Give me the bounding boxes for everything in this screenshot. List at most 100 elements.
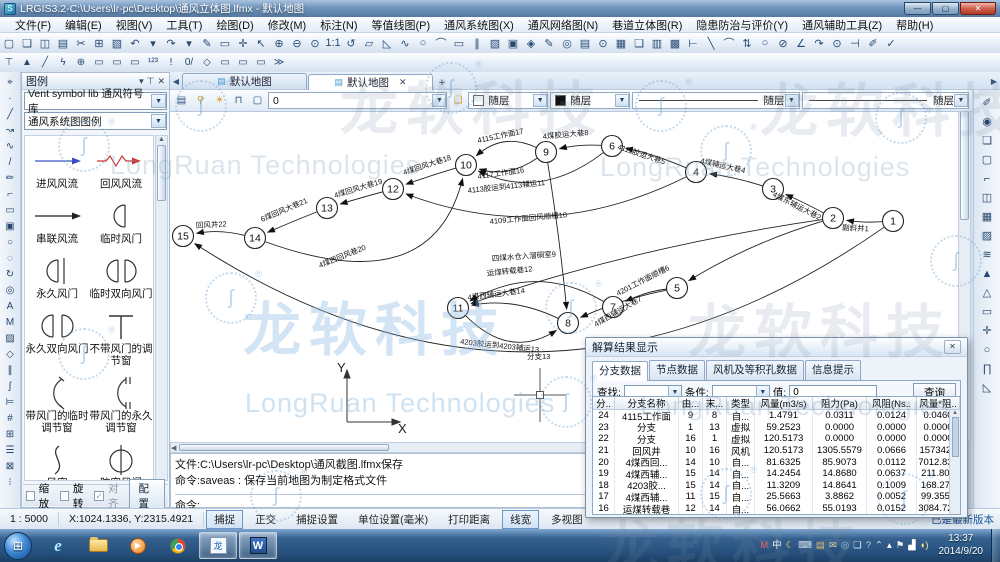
undo-icon[interactable]: ↶ (126, 35, 144, 52)
start-button[interactable]: ⊞ (4, 532, 32, 560)
text-icon[interactable]: A (2, 298, 19, 314)
menu-item[interactable]: 绘图(D) (209, 17, 260, 33)
dialog-tab[interactable]: 分支数据 (592, 361, 648, 381)
ring-icon[interactable]: ◎ (558, 35, 576, 52)
measure-angle-icon[interactable]: ∠ (792, 35, 810, 52)
chrome-taskbar-icon[interactable] (159, 532, 197, 559)
minimize-button[interactable]: — (904, 2, 931, 15)
current-layer-select[interactable]: 0 ▼ (268, 92, 447, 109)
legend-item[interactable]: 不带风门的调节窗 (89, 309, 153, 367)
legend-item[interactable]: 永久风门 (25, 254, 89, 300)
linetype-select[interactable]: 随层 ▼ (632, 92, 800, 109)
ring-tool-icon[interactable]: ◎ (2, 282, 19, 298)
chevron-down-icon[interactable]: ▼ (151, 114, 166, 128)
measure-radius-icon[interactable]: ↷ (810, 35, 828, 52)
word-taskbar-icon[interactable]: W (239, 532, 277, 559)
map-note-icon[interactable]: ▦ (612, 35, 630, 52)
measure-circle-icon[interactable]: ○ (756, 35, 774, 52)
chart-icon[interactable]: ▥ (648, 35, 666, 52)
menu-item[interactable]: 修改(M) (261, 17, 314, 33)
layer-manager-icon[interactable]: ▤ (173, 92, 190, 109)
tray-eject-icon[interactable]: ⌃ (875, 541, 883, 551)
tray-help-icon[interactable]: ? (866, 541, 871, 551)
measure-nocircle-icon[interactable]: ⊘ (774, 35, 792, 52)
measure-updown-icon[interactable]: ⇅ (738, 35, 756, 52)
measure-line-icon[interactable]: ╲ (702, 35, 720, 52)
zoom-1to1-icon[interactable]: 1:1 (324, 35, 342, 52)
table-scrollbar[interactable]: ▲ (949, 410, 960, 514)
draw-block-icon[interactable]: ▣ (504, 35, 522, 52)
tray-keyboard-icon[interactable]: ⌨ (798, 541, 812, 551)
chevron-down-icon[interactable]: ▼ (954, 94, 968, 107)
menu-item[interactable]: 文件(F) (8, 17, 58, 33)
draw-layer-icon[interactable]: ▨ (486, 35, 504, 52)
status-toggle-button[interactable]: 单位设置(毫米) (350, 510, 436, 529)
scroll-left-icon[interactable]: ◀ (171, 444, 176, 452)
menu-item[interactable]: 视图(V) (109, 17, 160, 33)
tray-up-arrow-icon[interactable]: ▴ (887, 541, 892, 551)
draw-rect-icon[interactable]: ▭ (450, 35, 468, 52)
layer-folder-icon[interactable]: ❏ (449, 92, 466, 109)
legend-item[interactable]: 串联风流 (25, 199, 89, 245)
alarm-icon[interactable]: ▲ (18, 55, 36, 71)
status-toggle-button[interactable]: 打印距离 (440, 510, 498, 529)
tab-scroll-right-icon[interactable]: ▶ (988, 73, 1000, 89)
hatch-icon[interactable]: ▨ (2, 330, 19, 346)
tray-m-icon[interactable]: M (760, 541, 768, 551)
network-edge[interactable] (472, 303, 558, 318)
tray-flag-icon[interactable]: ⚑ (896, 541, 905, 551)
menu-item[interactable]: 通风辅助工具(Z) (795, 17, 889, 33)
panel-menu-icon[interactable]: ▾ (139, 76, 144, 87)
legend-item[interactable]: 带风门的临时调节窗 (25, 376, 89, 434)
status-toggle-button[interactable]: 线宽 (502, 510, 539, 529)
lineweight-select[interactable]: 随层 ▼ (802, 92, 970, 109)
table-row[interactable]: 16 运煤转载巷 12 14 自... 56.0662 55.0193 0.01… (593, 503, 960, 515)
map-tab[interactable]: ▤ 默认地图 (182, 73, 307, 89)
tray-network-icon[interactable]: ▟ (908, 541, 915, 551)
scroll-up-icon[interactable]: ▲ (952, 410, 958, 416)
scrollbar-thumb[interactable] (960, 100, 969, 220)
info-icon[interactable]: ⊙ (594, 35, 612, 52)
locate-icon[interactable]: ⌖ (2, 74, 19, 90)
grid-icon[interactable]: # (2, 410, 19, 426)
select2-add-icon[interactable]: ▭ (216, 55, 234, 71)
triangle-icon[interactable]: △ (978, 283, 997, 302)
menu-item[interactable]: 等值线图(P) (365, 17, 438, 33)
column-header[interactable]: 阻力(Pa) (813, 396, 867, 410)
menu-item[interactable]: 帮助(H) (889, 17, 940, 33)
dim-icon[interactable]: ⊨ (2, 394, 19, 410)
explorer-taskbar-icon[interactable] (79, 532, 117, 559)
zoom-window-icon[interactable]: ⊙ (306, 35, 324, 52)
format-brush-icon[interactable]: ✎ (198, 35, 216, 52)
redo-icon[interactable]: ↷ (162, 35, 180, 52)
unlock-icon[interactable]: ⊓ (230, 92, 247, 109)
column-header[interactable]: 风阻(Ns.. (867, 396, 917, 410)
clipboard-pin-icon[interactable]: ⊤ (0, 55, 18, 71)
sun-icon[interactable]: ☀ (211, 92, 228, 109)
menu-item[interactable]: 编辑(E) (58, 17, 109, 33)
network-edge[interactable] (197, 232, 245, 236)
align-icon[interactable]: ☰ (2, 442, 19, 458)
waves-icon[interactable]: ≋ (978, 245, 997, 264)
new-file-icon[interactable]: ▢ (0, 35, 18, 52)
legend-scrollbar[interactable]: ▲ (155, 135, 168, 481)
sketch-icon[interactable]: ʃ (2, 378, 19, 394)
pointer-icon[interactable]: ↖ (252, 35, 270, 52)
draw-parallel-icon[interactable]: ∥ (468, 35, 486, 52)
ie-taskbar-icon[interactable]: e (39, 532, 77, 559)
dialog-tab[interactable]: 信息提示 (805, 360, 861, 380)
network-edge[interactable] (195, 227, 884, 352)
pencil-icon[interactable]: ✏ (2, 170, 19, 186)
circle-icon[interactable]: ○ (978, 340, 997, 359)
show-desktop-button[interactable] (991, 529, 1000, 562)
legend-icon[interactable]: ▩ (666, 35, 684, 52)
rotate-icon[interactable]: ↻ (2, 266, 19, 282)
hatch-view-icon[interactable]: ▨ (978, 226, 997, 245)
dialog-tab[interactable]: 节点数据 (649, 360, 705, 380)
corner-icon[interactable]: ⌐ (2, 186, 19, 202)
zoom-in-icon[interactable]: ⊕ (270, 35, 288, 52)
menu-item[interactable]: 巷道立体图(R) (605, 17, 689, 33)
save-icon[interactable]: ◫ (36, 35, 54, 52)
pan-icon[interactable]: ✛ (234, 35, 252, 52)
network-edge[interactable] (406, 177, 686, 217)
